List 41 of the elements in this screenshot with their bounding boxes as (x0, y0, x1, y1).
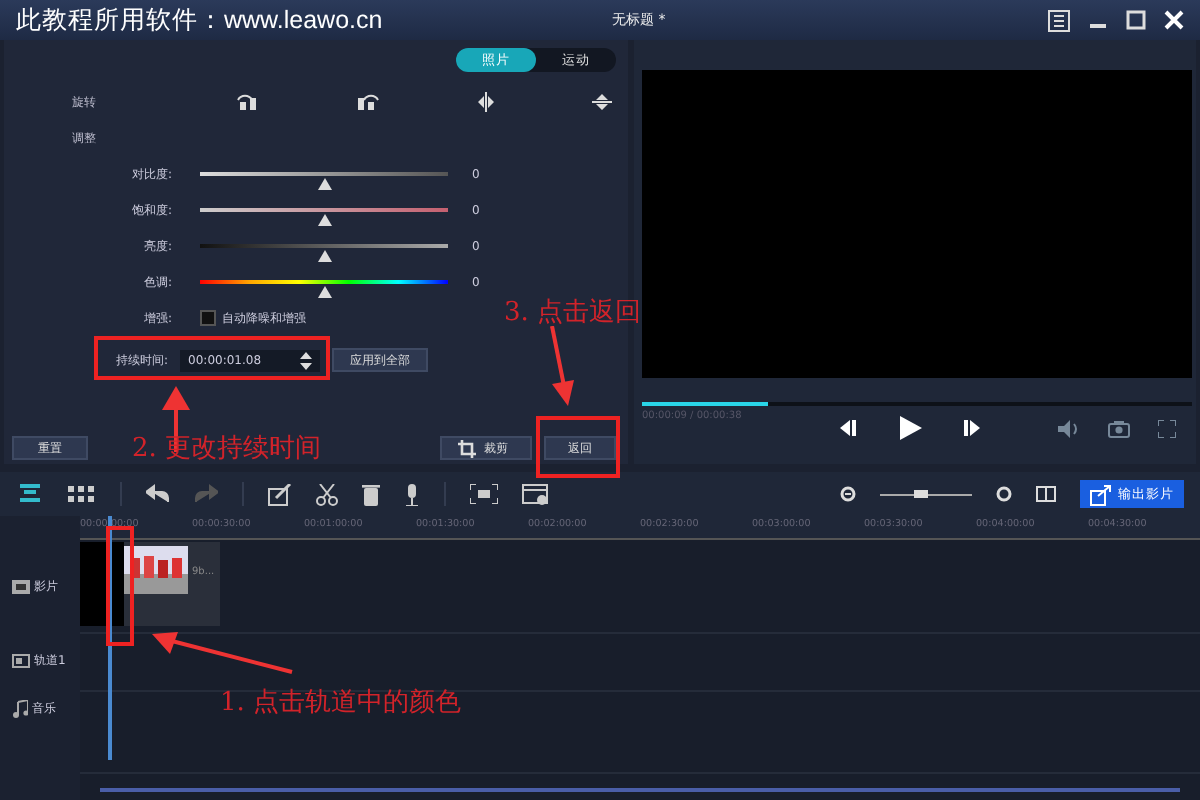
zoom-in-icon[interactable] (996, 486, 1012, 502)
undo-icon[interactable] (146, 484, 170, 504)
banner-text: 此教程所用软件：www.leawo.cn (16, 3, 385, 37)
timeline-view-icon[interactable] (16, 484, 44, 504)
previous-frame-icon[interactable] (838, 418, 858, 438)
annotation-arrow (152, 632, 296, 676)
flip-vertical-icon[interactable] (592, 92, 612, 112)
checkbox[interactable] (200, 310, 216, 326)
scissors-icon[interactable] (316, 483, 338, 505)
fullscreen-icon[interactable] (1158, 419, 1176, 437)
music-note-icon (12, 699, 28, 717)
fit-icon[interactable] (1036, 486, 1056, 502)
overlay-icon (12, 653, 30, 667)
zoom-out-icon[interactable] (840, 486, 856, 502)
annotation-arrow (548, 326, 576, 406)
scrollbar[interactable] (100, 788, 1180, 792)
rotate-left-icon[interactable] (236, 92, 260, 112)
export-icon (1090, 483, 1112, 505)
edit-icon[interactable] (268, 483, 292, 505)
crop-icon (458, 439, 476, 457)
microphone-icon[interactable] (404, 483, 420, 505)
volume-icon[interactable] (1058, 419, 1080, 437)
highlight-box (106, 526, 134, 646)
close-icon[interactable] (1164, 10, 1184, 30)
film-icon (12, 579, 30, 593)
menu-icon[interactable] (1048, 9, 1070, 31)
flip-horizontal-icon[interactable] (476, 92, 496, 112)
screen-icon[interactable] (470, 484, 498, 504)
camera-icon[interactable] (1108, 419, 1130, 437)
zoom-thumb[interactable] (914, 489, 929, 497)
play-icon[interactable] (898, 416, 922, 440)
annotation-text: 2. 更改持续时间 (132, 432, 322, 466)
storyboard-view-icon[interactable] (68, 484, 96, 504)
rotate-right-icon[interactable] (356, 92, 380, 112)
highlight-box (536, 416, 620, 478)
annotation-text: 3. 点击返回 (504, 296, 642, 330)
annotation-text: 1. 点击轨道中的颜色 (220, 686, 462, 720)
next-frame-icon[interactable] (962, 418, 982, 438)
spinner-icon[interactable] (300, 351, 313, 369)
maximize-icon[interactable] (1126, 10, 1146, 30)
delete-icon[interactable] (362, 483, 380, 505)
